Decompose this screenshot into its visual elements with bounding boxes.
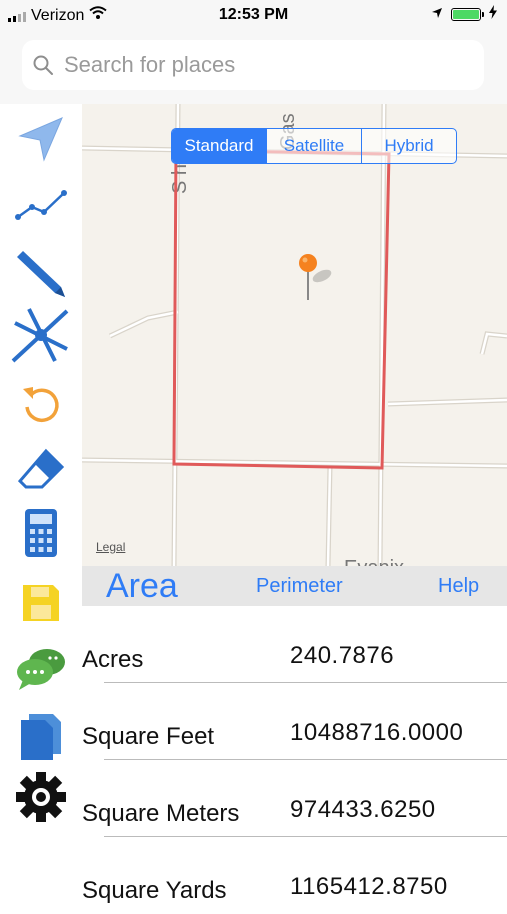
segment-standard[interactable]: Standard [172, 129, 266, 163]
crosshair-icon[interactable] [8, 304, 74, 366]
battery-icon [451, 8, 484, 21]
save-icon[interactable] [8, 572, 74, 634]
measure-tab-bar: Area Perimeter Help [82, 566, 507, 606]
location-arrow-icon[interactable] [8, 108, 74, 170]
result-value: 974433.6250 [290, 796, 436, 823]
results-list: Acres 240.7876 Square Feet 10488716.0000… [82, 606, 507, 904]
document-icon[interactable] [8, 706, 74, 768]
result-value: 240.7876 [290, 642, 395, 669]
search-area [0, 30, 507, 105]
street-label-vertical-1: S h [169, 164, 191, 194]
search-icon [32, 54, 54, 76]
tool-sidebar [0, 104, 82, 900]
eraser-icon[interactable] [8, 438, 74, 500]
legal-link[interactable]: Legal [96, 540, 125, 554]
area-boundary [172, 148, 391, 470]
map-type-segmented-control: Standard Satellite Hybrid [171, 128, 457, 164]
charging-bolt-icon [489, 5, 497, 24]
location-services-icon [431, 6, 443, 24]
line-graph-icon[interactable] [8, 174, 74, 236]
tab-perimeter[interactable]: Perimeter [256, 566, 343, 606]
segment-hybrid[interactable]: Hybrid [361, 129, 456, 163]
chat-icon[interactable] [8, 638, 74, 700]
map-pin-icon[interactable] [298, 254, 332, 300]
result-row-acres: Acres 240.7876 [82, 606, 507, 683]
tab-help[interactable]: Help [438, 566, 479, 606]
map-canvas: S h Gas Evanix [82, 104, 507, 566]
tab-area[interactable]: Area [106, 566, 178, 606]
result-value: 10488716.0000 [290, 719, 464, 746]
settings-gear-icon[interactable] [8, 766, 74, 828]
search-bar[interactable] [22, 40, 484, 90]
street-label-bottom: Evanix [344, 557, 404, 566]
result-value: 1165412.8750 [290, 873, 448, 900]
calculator-icon[interactable] [8, 502, 74, 564]
result-row-square-feet: Square Feet 10488716.0000 [82, 683, 507, 760]
map-view[interactable]: S h Gas Evanix Standard Satellite Hybrid… [82, 104, 507, 566]
pencil-icon[interactable] [8, 240, 74, 302]
result-row-square-meters: Square Meters 974433.6250 [82, 760, 507, 837]
result-unit: Acres [82, 646, 144, 673]
search-input[interactable] [62, 51, 466, 79]
segment-satellite[interactable]: Satellite [266, 129, 361, 163]
result-unit: Square Yards [82, 877, 227, 904]
result-row-square-yards: Square Yards 1165412.8750 [82, 837, 507, 914]
result-unit: Square Meters [82, 800, 240, 827]
undo-icon[interactable] [8, 372, 74, 434]
result-unit: Square Feet [82, 723, 215, 750]
status-bar: Verizon 12:53 PM [0, 0, 507, 30]
